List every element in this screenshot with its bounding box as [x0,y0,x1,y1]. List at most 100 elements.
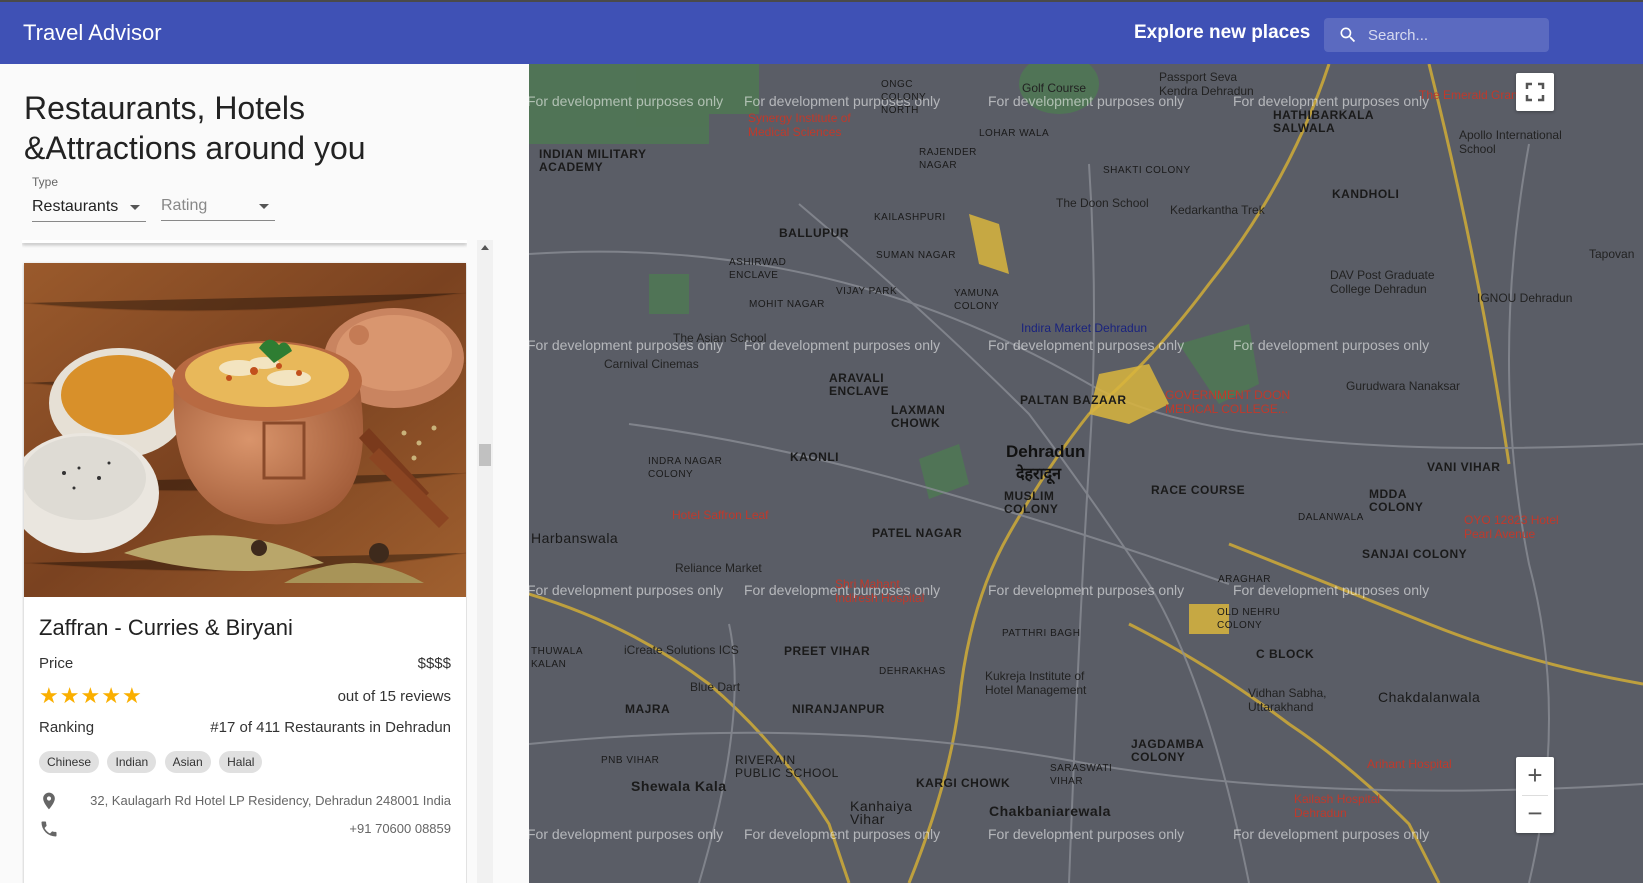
map-label: KAILASHPURI [874,212,946,223]
dev-watermark: For development purposes only [529,826,724,842]
place-list[interactable]: Zaffran - Curries & Biryani Price $$$$ ★… [22,240,467,883]
map-poi[interactable]: Arihant Hospital [1367,757,1452,771]
map-poi[interactable]: OYO 12823 Hotel Pearl Avenue [1464,513,1564,541]
map-label: MUSLIM COLONY [1004,489,1059,516]
map-poi[interactable]: The Emerald Grand [1419,88,1524,102]
phone-icon [41,821,57,837]
cuisine-chip[interactable]: Indian [107,751,157,773]
address-row: 32, Kaulagarh Rd Hotel LP Residency, Deh… [39,791,451,814]
map-poi[interactable]: Shri Mahant Indiresh Hospital [835,577,925,605]
map-label: YAMUNA COLONY [954,288,1000,312]
zoom-controls: + − [1516,757,1554,833]
search-box[interactable] [1324,18,1549,52]
map-label: PALTAN BAZAAR [1020,393,1127,407]
place-card[interactable]: Zaffran - Curries & Biryani Price $$$$ ★… [24,263,466,883]
map-label: MOHIT NAGAR [749,299,825,310]
app-title: Travel Advisor [23,20,162,45]
map-poi[interactable]: Apollo International School [1459,128,1579,156]
cuisine-chip[interactable]: Asian [164,751,211,773]
rating-select[interactable]: Rating [161,193,275,221]
dev-watermark: For development purposes only [529,582,724,598]
map-poi[interactable]: Indira Market Dehradun [1021,321,1147,335]
scroll-thumb[interactable] [479,444,491,466]
map-poi[interactable]: Vidhan Sabha, Uttarakhand [1248,686,1348,714]
dev-watermark: For development purposes only [744,826,941,842]
map-label: RIVERAIN PUBLIC SCHOOL [735,753,839,780]
place-photo [24,263,466,597]
map-label: VIJAY PARK [836,286,898,297]
map-label: PATEL NAGAR [872,526,963,540]
chevron-down-icon [259,204,269,209]
map-label: PATTHRI BAGH [1002,628,1081,639]
map-poi[interactable]: Carnival Cinemas [604,357,699,371]
place-name: Zaffran - Curries & Biryani [39,615,293,640]
cuisine-chip[interactable]: Halal [219,751,263,773]
map-poi[interactable]: Reliance Market [675,561,762,575]
place-address: 32, Kaulagarh Rd Hotel LP Residency, Deh… [90,793,451,808]
map-label: C BLOCK [1256,647,1315,661]
map-label: PREET VIHAR [784,644,871,658]
map-poi[interactable]: Kailash Hospital Dehradun [1294,792,1394,820]
ranking-value: #17 of 411 Restaurants in Dehradun [210,719,451,736]
map-poi[interactable]: Gurudwara Nanaksar [1346,379,1460,393]
map-label: INDIAN MILITARY ACADEMY [539,147,647,174]
map-poi[interactable]: Kedarkantha Trek [1170,203,1265,217]
star-icon: ★ [59,683,81,708]
fullscreen-icon [1525,82,1545,102]
map-label: BALLUPUR [779,226,849,240]
zoom-out-button[interactable]: − [1516,795,1554,833]
map-label: HATHIBARKALA SALWALA [1273,108,1374,135]
type-label: Type [32,175,59,189]
map-poi[interactable]: iCreate Solutions ICS [624,643,739,657]
map-label: KANDHOLI [1332,187,1400,201]
map-label: SHAKTI COLONY [1103,165,1191,176]
map-poi[interactable]: Blue Dart [690,680,740,694]
map-poi[interactable]: The Doon School [1056,196,1149,210]
map-label: SUMAN NAGAR [876,250,956,261]
map-poi[interactable]: Hotel Saffron Leaf [672,508,769,522]
list-scrollbar[interactable] [477,240,493,883]
map-poi[interactable]: GOVERNMENT DOON MEDICAL COLLEGE... [1165,388,1295,416]
map-label: Shewala Kala [631,778,727,794]
explore-label: Explore new places [1134,22,1311,43]
reviews-count: out of 15 reviews [337,688,451,705]
map-poi[interactable]: DAV Post Graduate College Dehradun [1330,268,1460,296]
map-label: KARGI CHOWK [916,776,1011,790]
map-label: RACE COURSE [1151,483,1246,497]
star-rating: ★★★★★ [39,683,143,709]
scroll-up-icon[interactable] [481,245,489,250]
price-label: Price [39,655,74,672]
places-panel: Restaurants, Hotels &Attractions around … [0,64,529,883]
map-label: ARAGHAR [1218,574,1271,585]
place-phone: +91 70600 08859 [349,821,451,836]
map-view[interactable]: For development purposes only For develo… [529,64,1643,883]
type-value[interactable]: Restaurants [32,194,146,222]
app-bar: Travel Advisor Explore new places [0,0,1643,64]
map-label: DEHRAKHAS [879,666,946,677]
map-label: ONGC COLONY NORTH [881,79,927,116]
dev-watermark: For development purposes only [988,826,1185,842]
dev-watermark: For development purposes only [988,582,1185,598]
map-poi[interactable]: Kukreja Institute of Hotel Management [985,669,1115,697]
dev-watermark: For development purposes only [988,93,1185,109]
dev-watermark: For development purposes only [988,337,1185,353]
zoom-in-button[interactable]: + [1516,757,1554,795]
fullscreen-button[interactable] [1516,73,1554,111]
search-icon [1340,27,1356,43]
type-select[interactable]: Type Restaurants [32,175,146,222]
map-label: JAGDAMBA COLONY [1131,737,1204,764]
dev-watermark: For development purposes only [1233,826,1430,842]
rating-value[interactable]: Rating [161,193,275,221]
star-icon: ★ [121,683,143,708]
map-poi[interactable]: Tapovan [1589,247,1634,261]
map-poi[interactable]: Golf Course [1022,81,1086,95]
search-input[interactable] [1368,23,1538,47]
map-poi[interactable]: The Asian School [673,331,766,345]
cuisine-chip[interactable]: Chinese [39,751,100,773]
map-poi[interactable]: IGNOU Dehradun [1477,291,1572,305]
map-poi[interactable]: Passport Seva Kendra Dehradun [1159,70,1269,98]
map-city-label: Dehradun [1006,442,1086,461]
map-label: SARASWATI VIHAR [1050,763,1113,787]
map-label: Chakdalanwala [1378,689,1481,705]
map-poi[interactable]: Synergy Institute of Medical Sciences [748,111,878,139]
